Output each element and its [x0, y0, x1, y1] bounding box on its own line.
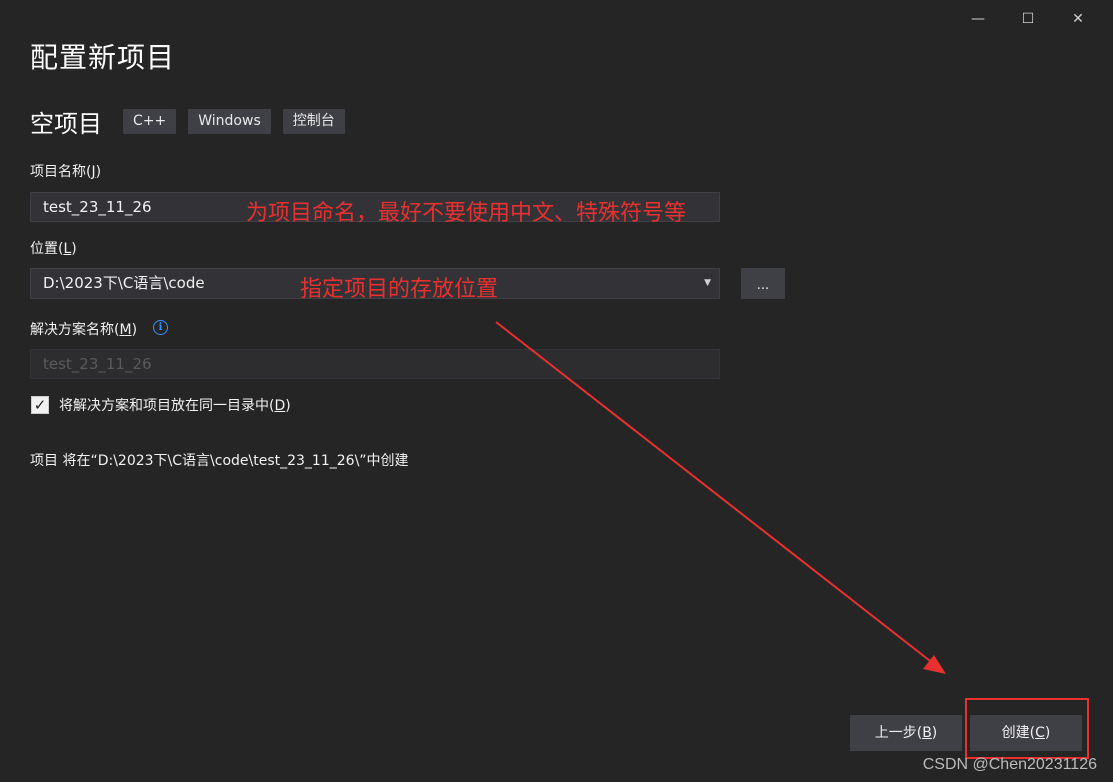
location-annotation: 指定项目的存放位置: [300, 277, 499, 302]
solution-name-label: 解决方案名称(M): [30, 322, 138, 338]
page-title: 配置新项目: [30, 41, 176, 74]
template-name: 空项目: [30, 110, 102, 138]
project-name-annotation: 为项目命名，最好不要使用中文、特殊符号等: [246, 201, 687, 226]
project-name-label: 项目名称(J): [30, 164, 102, 180]
template-row: 空项目 C++ Windows 控制台: [30, 104, 357, 139]
project-path-note: 项目 将在“D:\2023下\C语言\code\test_23_11_26\”中…: [30, 453, 409, 469]
close-button[interactable]: ✕: [1053, 6, 1103, 32]
maximize-button[interactable]: ☐: [1003, 6, 1053, 32]
minimize-button[interactable]: —: [953, 6, 1003, 32]
location-value: D:\2023下\C语言\code: [43, 274, 205, 292]
tag-console: 控制台: [282, 109, 345, 134]
back-button[interactable]: 上一步(B): [850, 715, 962, 751]
dropdown-arrow-icon[interactable]: ▼: [704, 269, 711, 297]
tag-cpp: C++: [123, 109, 177, 134]
tag-windows: Windows: [188, 109, 271, 134]
info-icon[interactable]: i: [153, 320, 168, 335]
same-directory-label: 将解决方案和项目放在同一目录中(D): [59, 398, 291, 414]
browse-button[interactable]: ...: [741, 268, 785, 299]
same-directory-option[interactable]: ✓ 将解决方案和项目放在同一目录中(D): [31, 395, 291, 415]
arrow-head: [923, 655, 946, 674]
window-controls: — ☐ ✕: [953, 6, 1103, 32]
watermark: CSDN @Chen20231126: [922, 756, 1097, 773]
solution-name-input: test_23_11_26: [30, 349, 720, 379]
same-directory-checkbox[interactable]: ✓: [31, 396, 49, 414]
location-label: 位置(L): [30, 241, 77, 257]
create-highlight-box: [965, 698, 1089, 759]
